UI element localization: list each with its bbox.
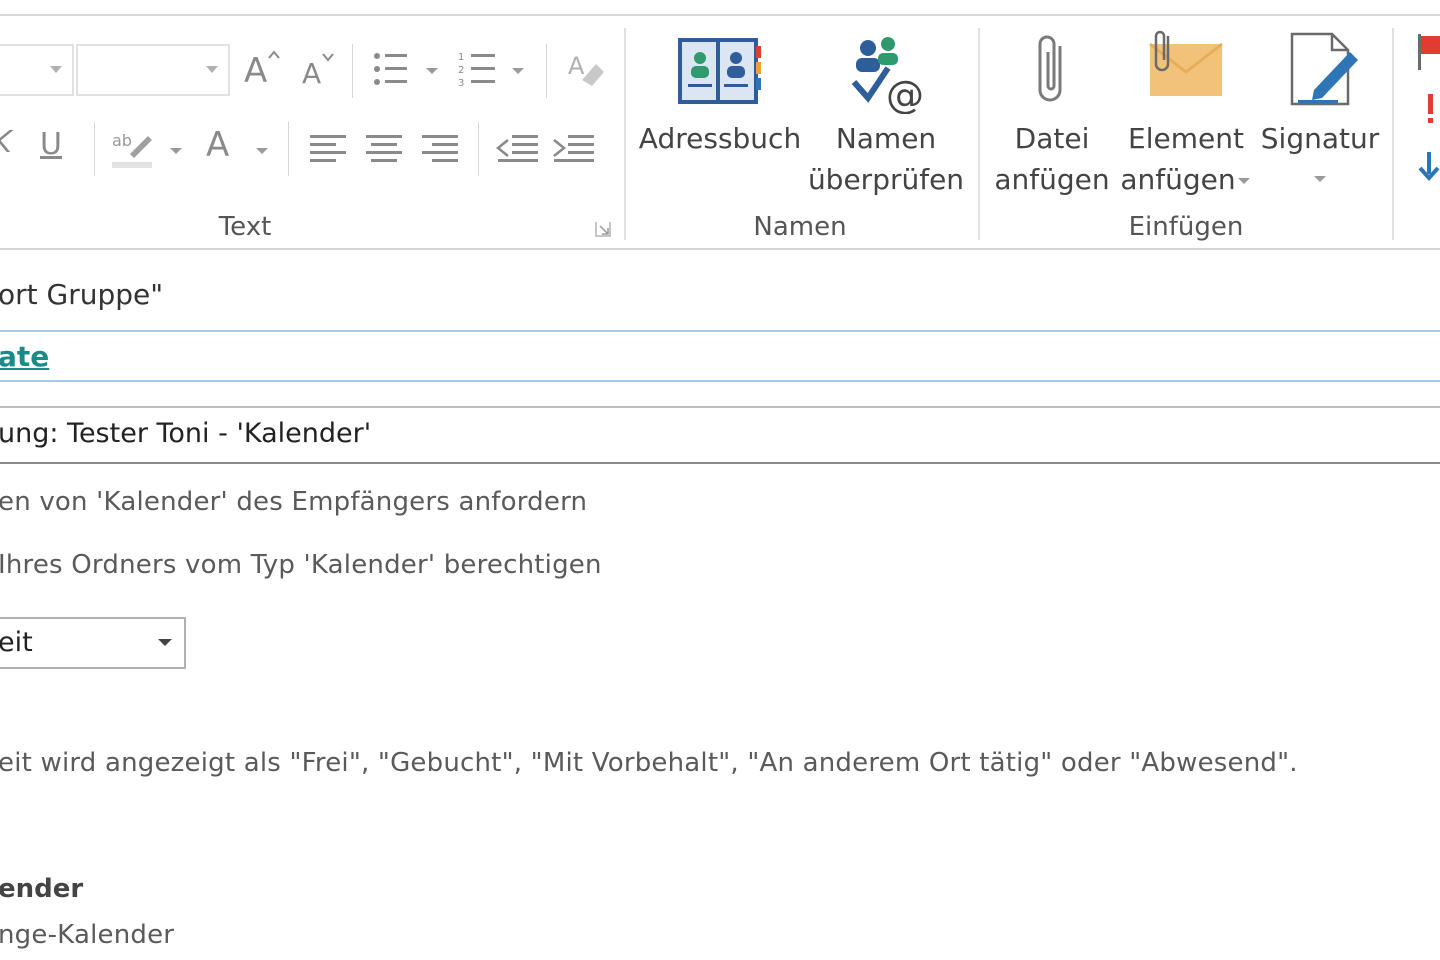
- eraser-icon: A: [568, 52, 604, 86]
- dialog-launcher-button[interactable]: [594, 220, 614, 240]
- font-color-button[interactable]: A: [206, 128, 276, 172]
- address-book-label: Adressbuch: [638, 122, 802, 155]
- signature-button[interactable]: Signatur: [1258, 30, 1382, 200]
- grow-font-button[interactable]: A: [244, 50, 280, 91]
- group-separator: [978, 28, 980, 240]
- grow-font-icon: A: [244, 51, 268, 91]
- decrease-indent-icon: [495, 135, 538, 162]
- permission-level-value: eit: [0, 627, 33, 658]
- to-field-value[interactable]: ort Gruppe": [0, 278, 163, 311]
- low-importance-button[interactable]: [1418, 150, 1440, 184]
- calendar-subtitle: nge-Kalender: [0, 920, 175, 950]
- attach-file-button[interactable]: Datei anfügen: [990, 30, 1114, 200]
- clear-formatting-button[interactable]: A: [566, 50, 610, 94]
- arrow-down-icon: [322, 53, 334, 62]
- chevron-down-icon: [1238, 178, 1250, 184]
- svg-text:A: A: [568, 52, 585, 80]
- address-book-icon: [678, 38, 761, 104]
- attach-item-label-line2: anfügen: [1120, 163, 1236, 196]
- attach-item-label-line1: Element: [1128, 122, 1244, 155]
- follow-up-button[interactable]: [1416, 32, 1440, 72]
- check-names-label-line1: Namen: [835, 122, 937, 155]
- increase-indent-button[interactable]: [552, 132, 596, 166]
- attach-file-label-line1: Datei: [1014, 122, 1090, 155]
- separator: [94, 122, 95, 176]
- increase-indent-icon: [553, 135, 594, 162]
- separator: [288, 122, 289, 176]
- envelope-attachment-icon: [1149, 30, 1223, 96]
- separator: [546, 44, 547, 98]
- grant-permission-option[interactable]: Ihres Ordners vom Typ 'Kalender' berecht…: [0, 550, 602, 580]
- check-names-button[interactable]: @ Namen überprüfen: [806, 30, 966, 200]
- decrease-indent-button[interactable]: [495, 132, 540, 166]
- chevron-down-icon: [256, 148, 268, 154]
- svg-text:3: 3: [458, 78, 464, 89]
- underline-button[interactable]: U: [40, 130, 62, 160]
- ribbon-bottom-border: [0, 248, 1440, 250]
- align-center-icon: [366, 135, 402, 162]
- flag-icon: [1418, 34, 1440, 70]
- chevron-down-icon: [426, 68, 438, 74]
- dialog-launcher-icon: [595, 222, 611, 237]
- italic-icon: K: [0, 125, 12, 160]
- italic-button[interactable]: K: [0, 128, 16, 158]
- group-separator: [1392, 28, 1394, 240]
- font-color-icon: A: [206, 125, 230, 165]
- chevron-down-icon: [170, 148, 182, 154]
- align-left-icon: [310, 135, 346, 162]
- attach-file-label-line2: anfügen: [994, 163, 1110, 196]
- separator: [352, 44, 353, 98]
- attach-item-button[interactable]: Element anfügen: [1116, 30, 1256, 200]
- chevron-down-icon: [1314, 176, 1326, 182]
- shrink-font-button[interactable]: A: [302, 53, 334, 90]
- availability-note: eit wird angezeigt als "Frei", "Gebucht"…: [0, 748, 1298, 778]
- permission-level-select[interactable]: eit: [0, 617, 186, 669]
- arrow-down-icon: [1418, 152, 1440, 181]
- high-importance-button[interactable]: [1422, 92, 1440, 126]
- group-separator: [624, 28, 626, 240]
- check-names-icon: @: [851, 37, 924, 114]
- align-left-button[interactable]: [308, 132, 348, 166]
- signature-label: Signatur: [1260, 122, 1380, 155]
- group-label-text: Text: [218, 212, 272, 242]
- align-center-button[interactable]: [364, 132, 404, 166]
- numbering-button[interactable]: 1 2 3: [458, 50, 530, 94]
- bullet-list-icon: [374, 53, 407, 85]
- shrink-font-icon: A: [302, 57, 322, 90]
- chevron-down-icon: [50, 66, 62, 73]
- signature-icon: [1290, 32, 1358, 106]
- svg-text:2: 2: [458, 65, 464, 76]
- separator: [478, 122, 479, 176]
- subject-field[interactable]: ung: Tester Toni - 'Kalender': [0, 406, 1440, 464]
- numbered-list-icon: 1 2 3: [458, 52, 495, 89]
- font-size-combo[interactable]: [76, 44, 230, 96]
- arrow-up-icon: [268, 50, 280, 59]
- exclamation-icon: [1428, 94, 1433, 123]
- highlighter-icon: ab: [112, 131, 152, 168]
- cc-recipient-link[interactable]: ate: [0, 340, 49, 373]
- svg-text:1: 1: [458, 52, 464, 63]
- svg-text:ab: ab: [112, 131, 132, 150]
- check-names-label-line2: überprüfen: [807, 163, 965, 196]
- paperclip-icon: [1038, 35, 1062, 102]
- chevron-down-icon: [512, 68, 524, 74]
- bullets-button[interactable]: [372, 50, 442, 94]
- address-book-button[interactable]: Adressbuch: [636, 30, 804, 170]
- underline-icon: U: [40, 127, 62, 162]
- subject-value: ung: Tester Toni - 'Kalender': [0, 418, 372, 449]
- group-label-names: Namen: [753, 212, 847, 242]
- highlight-button[interactable]: ab: [112, 128, 184, 172]
- chevron-down-icon: [158, 639, 172, 646]
- chevron-down-icon: [206, 66, 218, 73]
- ribbon: A A 1 2 3 A K U: [0, 0, 1440, 250]
- request-permission-option[interactable]: en von 'Kalender' des Empfängers anforde…: [0, 487, 587, 517]
- group-label-insert: Einfügen: [1128, 212, 1244, 242]
- cc-field[interactable]: ate: [0, 330, 1440, 382]
- font-name-combo[interactable]: [0, 44, 74, 96]
- calendar-heading: ender: [0, 874, 84, 904]
- svg-text:@: @: [886, 73, 924, 114]
- ribbon-top-border: [0, 14, 1440, 16]
- align-right-icon: [422, 135, 458, 162]
- align-right-button[interactable]: [420, 132, 460, 166]
